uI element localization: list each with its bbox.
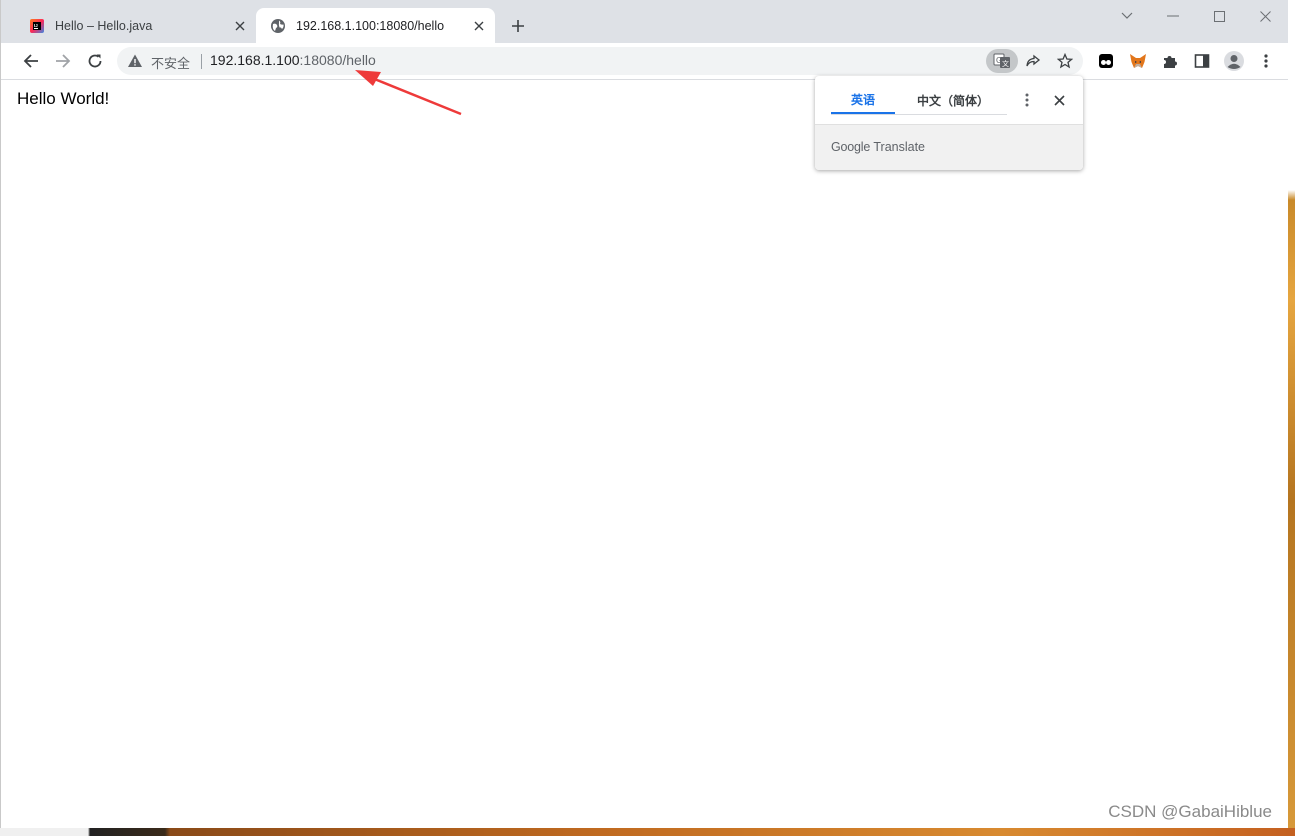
svg-text:文: 文 — [1002, 59, 1009, 68]
google-translate-logo: Google Translate — [831, 140, 926, 154]
tampermonkey-extension-icon[interactable] — [1094, 49, 1118, 73]
watermark: CSDN @GabaiHiblue — [1108, 802, 1272, 821]
url-host: 192.168.1.100 — [210, 52, 300, 68]
svg-text:IJ: IJ — [34, 23, 38, 28]
tab-hello-page[interactable]: 192.168.1.100:18080/hello — [256, 8, 495, 43]
close-tab-icon[interactable] — [232, 18, 248, 34]
translate-options-icon[interactable] — [1017, 90, 1037, 110]
tab-title: Hello – Hello.java — [55, 18, 153, 33]
close-window-icon[interactable] — [1255, 6, 1275, 26]
page-body-text: Hello World! — [17, 89, 110, 108]
reload-icon[interactable] — [83, 49, 107, 73]
new-tab-button[interactable] — [507, 15, 529, 37]
desktop-background-bottom — [0, 828, 1295, 836]
tab-search-icon[interactable] — [1117, 6, 1137, 26]
translate-footer: Google Translate — [815, 124, 1083, 170]
side-panel-icon[interactable] — [1190, 49, 1214, 73]
close-tab-icon[interactable] — [471, 18, 487, 34]
back-icon[interactable] — [19, 49, 43, 73]
bookmark-star-icon[interactable] — [1055, 51, 1075, 71]
address-divider — [201, 54, 202, 69]
annotation-arrow-icon — [355, 70, 462, 116]
address-bar[interactable]: 不安全 192.168.1.100:18080/hello G 文 — [117, 47, 1083, 75]
browser-toolbar: 不安全 192.168.1.100:18080/hello G 文 — [1, 43, 1288, 80]
intellij-idea-icon: IJ — [29, 18, 45, 34]
tab-hello-java[interactable]: IJ Hello – Hello.java — [17, 8, 256, 43]
extensions-puzzle-icon[interactable] — [1158, 49, 1182, 73]
maximize-icon[interactable] — [1209, 6, 1229, 26]
tab-source-language[interactable]: 英语 — [831, 86, 895, 114]
warning-icon[interactable] — [127, 53, 143, 69]
forward-icon[interactable] — [51, 49, 75, 73]
minimize-icon[interactable] — [1163, 6, 1183, 26]
profile-avatar-icon[interactable] — [1222, 49, 1246, 73]
desktop-background-right — [1287, 0, 1295, 836]
tab-strip: IJ Hello – Hello.java 192.168.1.100:1808… — [1, 0, 1288, 43]
more-menu-icon[interactable] — [1254, 49, 1278, 73]
tab-title: 192.168.1.100:18080/hello — [296, 18, 445, 33]
metamask-fox-icon[interactable] — [1126, 49, 1150, 73]
translate-language-tabs: 英语 中文（简体） — [831, 86, 1007, 115]
close-icon[interactable] — [1049, 90, 1069, 110]
translate-popup: 英语 中文（简体） Google Translate — [815, 76, 1083, 170]
page-content: Hello World! — [1, 80, 1288, 828]
tab-target-language[interactable]: 中文（简体） — [903, 86, 1003, 114]
globe-icon — [270, 18, 286, 34]
share-icon[interactable] — [1023, 51, 1043, 71]
browser-window: IJ Hello – Hello.java 192.168.1.100:1808… — [0, 0, 1288, 828]
translate-icon[interactable]: G 文 — [986, 49, 1018, 73]
security-status-label[interactable]: 不安全 — [151, 53, 190, 72]
